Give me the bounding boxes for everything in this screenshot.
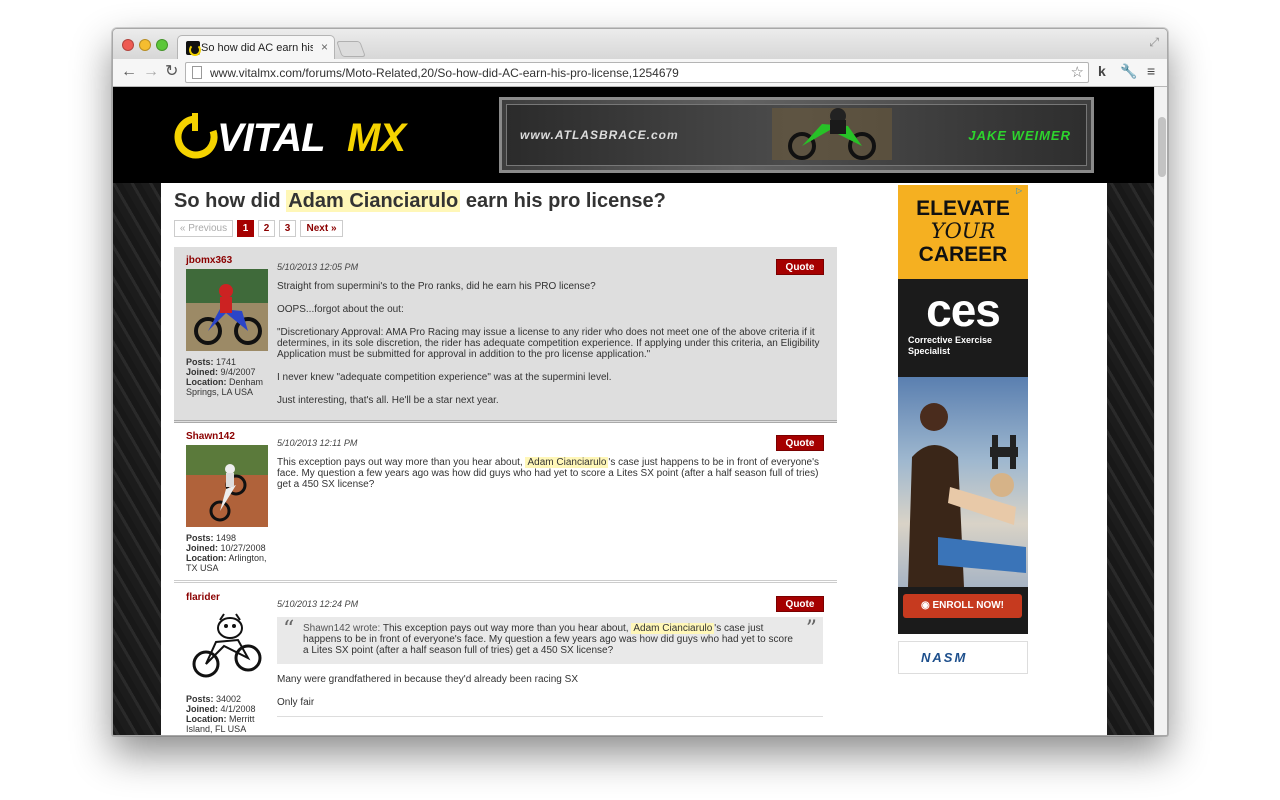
quote-button[interactable]: Quote bbox=[776, 259, 824, 275]
ad-brand-strip[interactable]: NASM bbox=[898, 641, 1028, 674]
vitalmx-logo[interactable]: VITAL MX bbox=[169, 109, 469, 159]
post-body: This exception pays out way more than yo… bbox=[277, 457, 823, 502]
forward-icon[interactable]: → bbox=[143, 63, 159, 81]
quoted-reply: “ Shawn142 wrote: This exception pays ou… bbox=[277, 617, 823, 664]
k-extension-icon[interactable]: k bbox=[1098, 63, 1106, 79]
forum-post: jbomx363 Posts: 1741 Joined: 9/4/2007 Lo… bbox=[174, 247, 837, 423]
user-stats: Posts: 1741 Joined: 9/4/2007 Location: D… bbox=[186, 357, 264, 397]
post-body: “ Shawn142 wrote: This exception pays ou… bbox=[277, 617, 823, 717]
minimize-window-button[interactable] bbox=[139, 39, 151, 51]
reload-icon[interactable]: ↻ bbox=[165, 63, 178, 81]
post-paragraph: Only fair bbox=[277, 697, 315, 708]
quote-author: Shawn142 wrote: bbox=[303, 623, 381, 634]
ad-fitness-photo bbox=[898, 377, 1028, 587]
svg-text:MX: MX bbox=[347, 116, 408, 159]
ad-banner-atlas[interactable]: www.ATLASBRACE.com JAKE WEIMER bbox=[499, 97, 1094, 173]
name-highlight: Adam Cianciarulo bbox=[631, 623, 715, 634]
motocross-rider-image bbox=[772, 108, 892, 160]
user-avatar[interactable] bbox=[186, 606, 268, 688]
enroll-now-button[interactable]: ◉ ENROLL NOW! bbox=[903, 594, 1022, 618]
post-date: 5/10/2013 12:11 PM bbox=[277, 438, 358, 448]
tab-title: So how did AC earn his pro license bbox=[201, 42, 313, 54]
post-date: 5/10/2013 12:24 PM bbox=[277, 599, 359, 609]
address-bar[interactable]: www.vitalmx.com/forums/Moto-Related,20/S… bbox=[185, 62, 1089, 83]
page-viewport: VITAL MX www.ATLASBRACE.com JAKE WEIMER bbox=[113, 87, 1154, 735]
title-highlight: Adam Cianciarulo bbox=[286, 190, 461, 212]
post-paragraph: Just interesting, that's all. He'll be a… bbox=[277, 395, 499, 406]
page-1-button[interactable]: 1 bbox=[237, 220, 254, 237]
previous-page-button[interactable]: « Previous bbox=[174, 220, 233, 237]
menu-icon[interactable]: ≡ bbox=[1147, 63, 1155, 79]
nasm-logo: NASM bbox=[921, 650, 968, 665]
thread-title: So how did Adam Cianciarulo earn his pro… bbox=[174, 190, 666, 213]
browser-window: So how did AC earn his pro license × ⤢ ←… bbox=[112, 28, 1168, 736]
url-text: www.vitalmx.com/forums/Moto-Related,20/S… bbox=[210, 66, 679, 80]
quote-button[interactable]: Quote bbox=[776, 596, 824, 612]
title-suffix: earn his pro license? bbox=[460, 190, 666, 212]
post-date: 5/10/2013 12:05 PM bbox=[277, 262, 359, 272]
tab-close-icon[interactable]: × bbox=[321, 40, 328, 54]
ad-ces-logo: ces bbox=[926, 284, 1001, 336]
vitalmx-favicon-icon bbox=[186, 41, 201, 56]
new-tab-button[interactable] bbox=[336, 41, 366, 57]
close-window-button[interactable] bbox=[122, 39, 134, 51]
post-paragraph: I never knew "adequate competition exper… bbox=[277, 372, 612, 383]
browser-toolbar: ← → ↻ www.vitalmx.com/forums/Moto-Relate… bbox=[113, 59, 1167, 87]
wrench-icon[interactable]: 🔧 bbox=[1120, 63, 1137, 80]
back-icon[interactable]: ← bbox=[121, 63, 137, 81]
page-2-button[interactable]: 2 bbox=[258, 220, 275, 237]
post-divider bbox=[277, 716, 823, 717]
sidebar-ad[interactable]: ▷ ELEVATE YOUR CAREER ces Corrective Exe… bbox=[898, 185, 1028, 634]
svg-text:VITAL: VITAL bbox=[217, 116, 325, 159]
title-prefix: So how did bbox=[174, 190, 287, 212]
zoom-window-button[interactable] bbox=[156, 39, 168, 51]
ad-choices-icon[interactable]: ▷ bbox=[1016, 186, 1026, 196]
page-scrollbar[interactable] bbox=[1154, 87, 1167, 735]
main-content: So how did Adam Cianciarulo earn his pro… bbox=[161, 183, 1107, 735]
user-avatar[interactable] bbox=[186, 445, 268, 527]
post-paragraph: This exception pays out way more than yo… bbox=[277, 457, 820, 490]
post-username[interactable]: flarider bbox=[186, 592, 220, 603]
ad-headline: ELEVATE YOUR CAREER bbox=[916, 197, 1010, 266]
next-page-button[interactable]: Next » bbox=[300, 220, 343, 237]
post-username[interactable]: jbomx363 bbox=[186, 255, 232, 266]
user-stats: Posts: 1498 Joined: 10/27/2008 Location:… bbox=[186, 533, 267, 573]
forum-post: Shawn142 Posts: 1498 Joined: 10/27/2008 bbox=[174, 423, 837, 583]
banner-url-text: www.ATLASBRACE.com bbox=[520, 128, 679, 142]
site-header: VITAL MX www.ATLASBRACE.com JAKE WEIMER bbox=[113, 87, 1154, 183]
title-bar: So how did AC earn his pro license × ⤢ bbox=[113, 29, 1167, 60]
open-quote-icon: “ bbox=[283, 617, 295, 642]
name-highlight: Adam Cianciarulo bbox=[525, 457, 609, 468]
scrollbar-thumb[interactable] bbox=[1158, 117, 1166, 177]
page-icon bbox=[192, 66, 202, 79]
tab-active[interactable]: So how did AC earn his pro license × bbox=[177, 35, 335, 60]
user-stats: Posts: 34002 Joined: 4/1/2008 Location: … bbox=[186, 694, 256, 734]
quote-button[interactable]: Quote bbox=[776, 435, 824, 451]
post-paragraph: Straight from supermini's to the Pro ran… bbox=[277, 281, 596, 292]
post-paragraph: "Discretionary Approval: AMA Pro Racing … bbox=[277, 327, 820, 360]
post-body: Straight from supermini's to the Pro ran… bbox=[277, 281, 823, 418]
close-quote-icon: ” bbox=[805, 617, 817, 642]
post-paragraph: OOPS...forgot about the out: bbox=[277, 304, 404, 315]
fullscreen-icon[interactable]: ⤢ bbox=[1149, 35, 1159, 50]
star-icon[interactable]: ☆ bbox=[1071, 63, 1084, 81]
ad-subtitle: Corrective Exercise Specialist bbox=[908, 335, 993, 356]
post-paragraph: Many were grandfathered in because they'… bbox=[277, 674, 578, 685]
page-3-button[interactable]: 3 bbox=[279, 220, 296, 237]
user-avatar[interactable] bbox=[186, 269, 268, 351]
banner-rider-name: JAKE WEIMER bbox=[968, 128, 1071, 143]
post-username[interactable]: Shawn142 bbox=[186, 431, 235, 442]
forum-post: flarider Posts: 34002 Joined: 4/1/2008 L… bbox=[174, 584, 837, 735]
